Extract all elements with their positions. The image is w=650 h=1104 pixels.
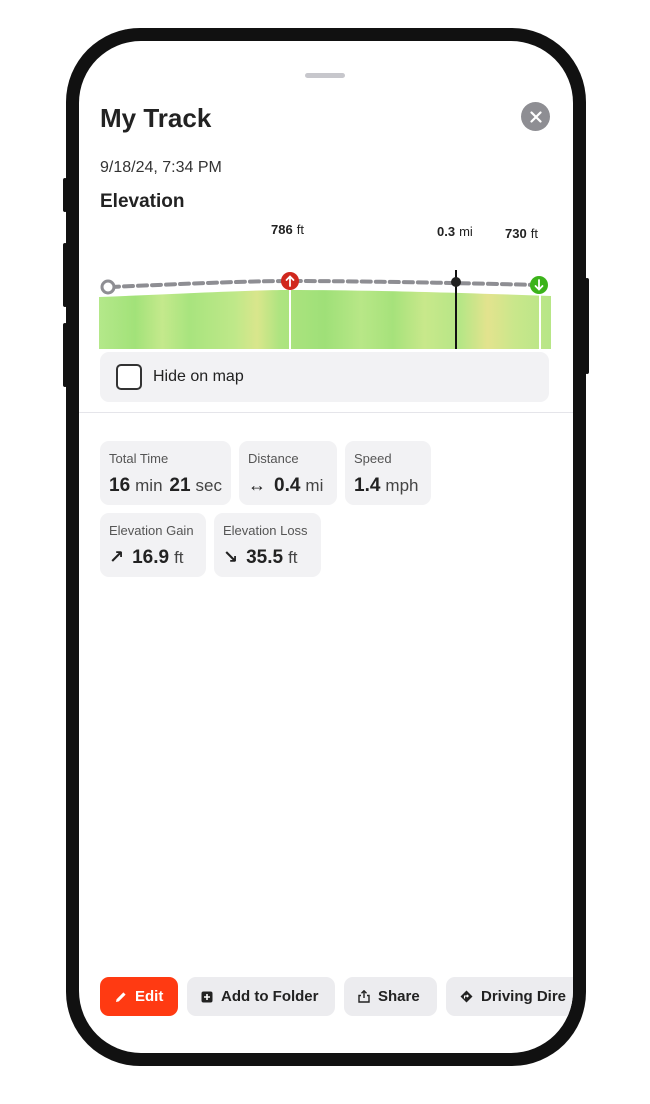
stat-label: Total Time	[109, 451, 169, 466]
stat-label: Distance	[248, 451, 299, 466]
phone-frame: My Track 9/18/24, 7:34 PM Elevation 786 f…	[63, 28, 589, 1066]
edit-button-label: Edit	[135, 988, 164, 1005]
close-button[interactable]	[521, 102, 550, 131]
stat-minutes-unit: min	[135, 476, 163, 495]
share-button[interactable]: Share	[344, 977, 437, 1016]
cursor-marker[interactable]	[451, 277, 461, 287]
track-sheet: My Track 9/18/24, 7:34 PM Elevation 786 f…	[79, 41, 573, 1053]
elevation-profile-area	[99, 290, 551, 349]
hide-on-map-toggle[interactable]: Hide on map	[100, 352, 549, 402]
start-marker	[100, 279, 116, 295]
phone-power-button	[585, 278, 589, 374]
stat-label: Elevation Gain	[109, 523, 194, 538]
phone-volume-down	[63, 323, 67, 387]
stat-distance-unit: mi	[305, 476, 324, 495]
sheet-grabber[interactable]	[305, 73, 345, 78]
stat-seconds-unit: sec	[195, 476, 222, 495]
elevation-chart[interactable]	[99, 237, 551, 349]
page-title: My Track	[100, 103, 212, 133]
directions-icon	[460, 990, 473, 1003]
high-marker-label: 786 ft	[271, 222, 304, 237]
stat-loss-value: 35.5	[246, 547, 284, 568]
stat-elevation-gain: Elevation Gain ↗ 16.9 ft	[100, 513, 206, 577]
stat-minutes-value: 16	[109, 475, 131, 496]
share-icon	[358, 990, 370, 1003]
phone-side-button	[63, 178, 67, 212]
close-icon	[529, 110, 542, 123]
driving-directions-label: Driving Dire	[481, 988, 567, 1005]
stat-gain-unit: ft	[174, 548, 184, 567]
arrow-up-right-icon: ↗	[109, 547, 125, 567]
stat-label: Elevation Loss	[223, 523, 308, 538]
stat-distance: Distance ↔ 0.4 mi	[239, 441, 337, 505]
stat-seconds-value: 21	[169, 475, 191, 496]
driving-directions-button[interactable]: Driving Dire	[446, 977, 573, 1016]
pencil-icon	[116, 991, 126, 1002]
phone-volume-up	[63, 243, 67, 307]
add-to-folder-button[interactable]: Add to Folder	[187, 977, 335, 1016]
edit-button[interactable]: Edit	[100, 977, 178, 1016]
horizontal-arrows-icon: ↔	[248, 475, 266, 495]
stat-distance-value: 0.4	[274, 475, 301, 496]
stat-elevation-loss: Elevation Loss ↘ 35.5 ft	[214, 513, 321, 577]
add-folder-icon	[201, 991, 213, 1002]
section-divider	[79, 412, 573, 413]
track-dashed-line	[108, 278, 541, 289]
arrow-down-right-icon: ↘	[223, 547, 239, 567]
share-label: Share	[378, 988, 420, 1005]
stat-loss-unit: ft	[288, 548, 298, 567]
stat-label: Speed	[354, 451, 392, 466]
stat-speed-unit: mph	[385, 476, 419, 495]
action-bar[interactable]: Edit Add to Folder Share Driving Dire	[100, 977, 573, 1017]
stat-speed-value: 1.4	[354, 475, 381, 496]
hide-on-map-label: Hide on map	[153, 368, 244, 385]
stat-speed: Speed 1.4 mph	[345, 441, 431, 505]
high-marker-value: 786	[271, 222, 293, 237]
stat-total-time: Total Time 16 min 21 sec	[100, 441, 231, 505]
hide-on-map-checkbox[interactable]	[116, 364, 142, 390]
add-to-folder-label: Add to Folder	[221, 988, 319, 1005]
track-date: 9/18/24, 7:34 PM	[100, 159, 222, 176]
stat-gain-value: 16.9	[132, 547, 170, 568]
elevation-heading: Elevation	[100, 191, 185, 212]
high-marker-unit: ft	[296, 222, 304, 237]
